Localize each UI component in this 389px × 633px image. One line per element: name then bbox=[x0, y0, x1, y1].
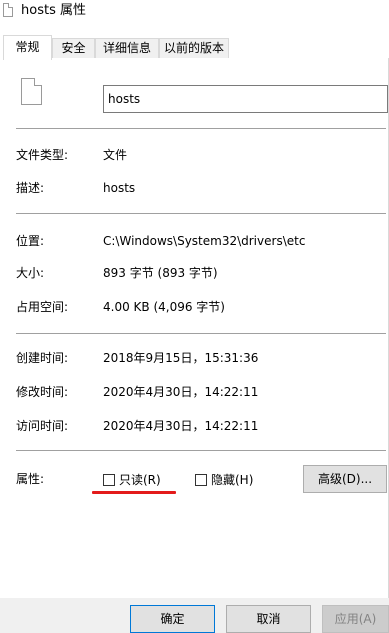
hidden-checkbox[interactable] bbox=[195, 474, 207, 486]
separator bbox=[16, 333, 386, 334]
tab-security[interactable]: 安全 bbox=[52, 38, 95, 59]
location-label: 位置: bbox=[16, 234, 45, 248]
general-panel bbox=[0, 58, 389, 598]
ok-button[interactable]: 确定 bbox=[130, 605, 215, 633]
tab-details[interactable]: 详细信息 bbox=[95, 38, 159, 59]
modified-value: 2020年4月30日，14:22:11 bbox=[103, 385, 259, 399]
file-icon bbox=[3, 3, 13, 17]
created-label: 创建时间: bbox=[16, 351, 69, 365]
file-icon bbox=[21, 78, 42, 105]
file-type-label: 文件类型: bbox=[16, 148, 69, 162]
description-label: 描述: bbox=[16, 181, 45, 195]
size-value: 893 字节 (893 字节) bbox=[103, 266, 218, 280]
separator bbox=[16, 128, 386, 129]
location-value: C:\Windows\System32\drivers\etc bbox=[103, 234, 306, 248]
description-value: hosts bbox=[103, 181, 136, 195]
separator bbox=[16, 450, 386, 451]
attributes-label: 属性: bbox=[16, 472, 45, 486]
apply-button[interactable]: 应用(A) bbox=[322, 605, 389, 633]
file-name-input[interactable] bbox=[103, 85, 388, 113]
disk-size-value: 4.00 KB (4,096 字节) bbox=[103, 300, 225, 314]
created-value: 2018年9月15日，15:31:36 bbox=[103, 351, 259, 365]
tab-general[interactable]: 常规 bbox=[3, 35, 52, 60]
file-type-value: 文件 bbox=[103, 148, 128, 162]
modified-label: 修改时间: bbox=[16, 385, 69, 399]
separator bbox=[16, 213, 386, 214]
highlight-underline bbox=[92, 491, 176, 494]
accessed-value: 2020年4月30日，14:22:11 bbox=[103, 419, 259, 433]
hidden-label[interactable]: 隐藏(H) bbox=[211, 473, 253, 487]
accessed-label: 访问时间: bbox=[16, 419, 69, 433]
cancel-button[interactable]: 取消 bbox=[226, 605, 311, 633]
readonly-checkbox[interactable] bbox=[103, 474, 115, 486]
size-label: 大小: bbox=[16, 266, 45, 280]
window-title: hosts 属性 bbox=[21, 3, 86, 18]
readonly-label[interactable]: 只读(R) bbox=[119, 473, 161, 487]
tab-previous-versions[interactable]: 以前的版本 bbox=[159, 38, 229, 59]
advanced-button[interactable]: 高级(D)... bbox=[303, 465, 387, 493]
disk-size-label: 占用空间: bbox=[16, 300, 69, 314]
